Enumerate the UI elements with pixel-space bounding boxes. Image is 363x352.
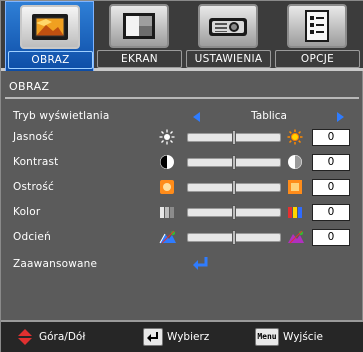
color-slider[interactable] [187, 205, 281, 220]
display-mode-value: Tablica [251, 110, 287, 122]
slider-knob[interactable] [232, 230, 236, 245]
enter-key-icon [143, 328, 163, 346]
contrast-low-icon [159, 154, 175, 170]
sharpness-value: 0 [312, 179, 350, 196]
brightness-row[interactable]: Jasność 0 [1, 126, 363, 150]
tint-low-icon [159, 229, 176, 245]
footer-bar: Góra/Dół Wybierz Menu Wyjście [1, 320, 363, 352]
tab-ustawienia[interactable]: USTAWIENIA [184, 1, 273, 71]
osd-menu: OBRAZ EKRAN USTAWIENIA OPCJE OBRAZ Tryb … [0, 0, 363, 352]
color-label: Kolor [13, 206, 41, 218]
color-low-icon [159, 204, 175, 220]
color-row[interactable]: Kolor 0 [1, 201, 363, 225]
brightness-low-icon [159, 129, 175, 145]
section-title: OBRAZ [9, 80, 50, 93]
sharpness-low-icon [159, 179, 175, 195]
tab-label: OPCJE [300, 53, 335, 65]
advanced-label: Zaawansowane [13, 258, 98, 270]
tab-label: OBRAZ [31, 54, 70, 66]
brightness-value: 0 [312, 129, 350, 146]
up-down-icon [17, 328, 33, 346]
tab-bar: OBRAZ EKRAN USTAWIENIA OPCJE [1, 1, 363, 71]
brightness-slider[interactable] [187, 130, 281, 145]
sharpness-slider[interactable] [187, 180, 281, 195]
sharpness-label: Ostrość [13, 181, 55, 193]
contrast-high-icon [287, 154, 303, 170]
slider-knob[interactable] [232, 180, 236, 195]
slider-knob[interactable] [232, 130, 236, 145]
tint-row[interactable]: Odcień 0 [1, 226, 363, 250]
left-arrow-icon[interactable] [193, 112, 200, 122]
contrast-label: Kontrast [13, 156, 59, 168]
contrast-slider[interactable] [187, 155, 281, 170]
color-value: 0 [312, 204, 350, 221]
slider-knob[interactable] [232, 155, 236, 170]
options-icon [287, 4, 347, 48]
picture-icon [20, 5, 80, 49]
tab-label: EKRAN [121, 53, 158, 65]
tab-opcje[interactable]: OPCJE [273, 1, 362, 71]
enter-icon[interactable] [191, 255, 211, 273]
contrast-value: 0 [312, 154, 350, 171]
select-hint-label: Wybierz [167, 331, 210, 343]
contrast-row[interactable]: Kontrast 0 [1, 151, 363, 175]
screen-icon [109, 4, 169, 48]
sharpness-high-icon [287, 179, 303, 195]
advanced-row[interactable]: Zaawansowane [1, 253, 363, 277]
tab-obraz[interactable]: OBRAZ [5, 1, 94, 71]
tint-high-icon [287, 229, 304, 245]
brightness-label: Jasność [13, 131, 54, 143]
brightness-high-icon [287, 129, 303, 145]
nav-hint-label: Góra/Dół [39, 331, 86, 343]
right-arrow-icon[interactable] [337, 112, 344, 122]
tint-value: 0 [312, 229, 350, 246]
tab-label: USTAWIENIA [194, 53, 263, 65]
display-mode-label: Tryb wyświetlania [13, 110, 110, 122]
tab-ekran[interactable]: EKRAN [95, 1, 184, 71]
slider-knob[interactable] [232, 205, 236, 220]
tint-label: Odcień [13, 231, 51, 243]
color-high-icon [287, 204, 303, 220]
projector-icon [198, 4, 258, 48]
tint-slider[interactable] [187, 230, 281, 245]
menu-key-icon: Menu [255, 328, 279, 346]
sharpness-row[interactable]: Ostrość 0 [1, 176, 363, 200]
exit-hint-label: Wyjście [283, 331, 323, 343]
divider [5, 97, 359, 99]
